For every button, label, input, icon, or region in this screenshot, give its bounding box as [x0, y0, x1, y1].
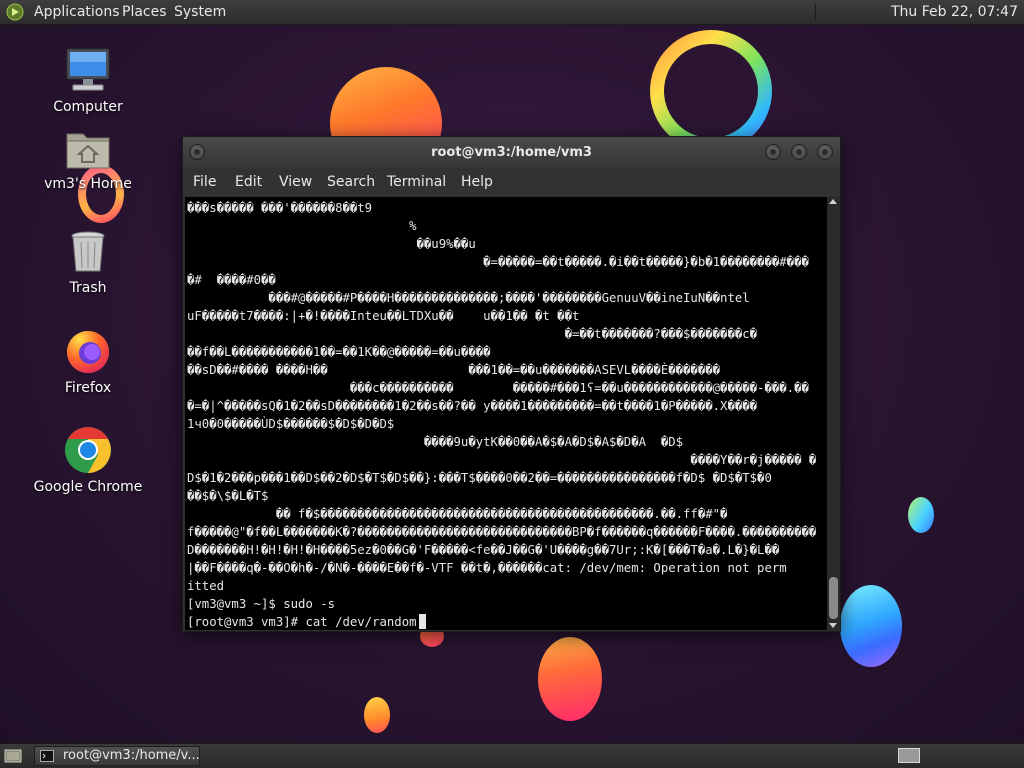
desktop-icon-label: Firefox	[64, 380, 112, 396]
panel-separator	[815, 4, 816, 21]
terminal-cursor	[418, 614, 426, 629]
terminal-line: ����Y��r�j����� �	[187, 453, 817, 467]
menu-search[interactable]: Search	[327, 168, 375, 196]
terminal-line: [vm3@vm3 ~]$ sudo -s	[187, 597, 336, 611]
menu-edit[interactable]: Edit	[235, 168, 262, 196]
desktop-icon-label: Computer	[53, 99, 123, 115]
desktop-icon-computer[interactable]: Computer	[33, 45, 143, 115]
taskbar-button-terminal[interactable]: root@vm3:/home/v...	[34, 746, 200, 766]
menu-places[interactable]: Places	[122, 0, 167, 25]
top-panel: Applications Places System Thu Feb 22, 0…	[0, 0, 1024, 25]
desktop-icon-trash[interactable]: Trash	[33, 228, 143, 296]
minimize-button[interactable]	[765, 144, 781, 160]
desktop-icon-label: Trash	[69, 280, 107, 296]
terminal-line: ���s����� ���'������8��t9	[187, 201, 373, 215]
home-folder-icon	[66, 133, 110, 169]
menu-help[interactable]: Help	[461, 168, 493, 196]
terminal-line: ��f��L�����������1��=��1K��@�����=��u���…	[187, 345, 491, 359]
terminal-line: f�����@"�f��L�������K�?�����������������…	[187, 525, 817, 539]
computer-icon	[66, 48, 110, 91]
terminal-line: [root@vm3 vm3]# cat /dev/random	[187, 613, 827, 630]
menu-view[interactable]: View	[279, 168, 312, 196]
terminal-line: ��$�\$�L�T$	[187, 489, 269, 503]
terminal-line: itted	[187, 579, 225, 593]
terminal-icon	[40, 750, 54, 762]
menu-applications[interactable]: Applications	[34, 0, 120, 25]
terminal-window[interactable]: root@vm3:/home/vm3 File Edit View Search…	[182, 136, 841, 632]
terminal-line: ��u9%��u	[187, 237, 476, 251]
wallpaper-blue-oval	[840, 585, 902, 667]
scroll-up-arrow-icon[interactable]	[829, 199, 837, 204]
desktop-icon-home[interactable]: vm3's Home	[33, 128, 143, 192]
maximize-button[interactable]	[791, 144, 807, 160]
terminal-menubar: File Edit View Search Terminal Help	[183, 168, 840, 196]
scrollbar-thumb[interactable]	[829, 577, 838, 619]
wallpaper-small-blue-oval	[908, 497, 934, 533]
taskbar-button-label: root@vm3:/home/v...	[63, 748, 200, 763]
applications-logo-icon[interactable]	[6, 3, 24, 21]
menu-terminal[interactable]: Terminal	[387, 168, 446, 196]
terminal-line: uF�����t7����:|+�!����Inteu��LTDXu�� u��…	[187, 309, 580, 323]
terminal-line: ���#@�����#P����H��������������;����'���…	[187, 291, 750, 305]
menu-system[interactable]: System	[174, 0, 226, 25]
scroll-down-arrow-icon[interactable]	[829, 623, 837, 628]
bottom-panel: root@vm3:/home/v...	[0, 743, 1024, 768]
terminal-line: ���c���������� �����#���1ʕ=��u����������…	[187, 381, 809, 395]
desktop-icon-firefox[interactable]: Firefox	[33, 326, 143, 396]
terminal-line: �� f�$����������������������������������…	[187, 507, 728, 521]
terminal-line: �# ����#0��	[187, 273, 276, 287]
terminal-line: �=�|^�����sQ�1�2��sD��������1�2��s��?�� …	[187, 399, 758, 413]
terminal-line: ����9u�ytK��0��A�$�A�D$�A$�D�A �D$	[187, 435, 684, 449]
workspace-switcher[interactable]	[898, 748, 920, 763]
wallpaper-yellow-oval	[364, 697, 390, 733]
chrome-icon	[65, 427, 111, 473]
terminal-lines: ���s����� ���'������8��t9 % ��u9%��u �=�…	[187, 199, 827, 630]
terminal-line: |��F����q�-��O�h�-/�N�-����E��f�-VTF ��t…	[187, 561, 787, 575]
show-desktop-icon[interactable]	[4, 748, 22, 764]
trash-icon	[71, 231, 105, 272]
clock[interactable]: Thu Feb 22, 07:47	[891, 0, 1018, 25]
desktop-icon-label: Google Chrome	[33, 479, 143, 495]
window-title: root@vm3:/home/vm3	[431, 145, 592, 160]
terminal-output[interactable]: ���s����� ���'������8��t9 % ��u9%��u �=�…	[185, 197, 827, 630]
desktop-icon-label: vm3's Home	[44, 176, 132, 192]
terminal-line: %	[187, 219, 417, 233]
terminal-line: D$�1�2���p���1��D$��2�D$�T$�D$��}:���T$�…	[187, 471, 772, 485]
terminal-line: �=��t�������?���$�������c�	[187, 327, 758, 341]
desktop-icon-chrome[interactable]: Google Chrome	[33, 425, 143, 495]
window-titlebar[interactable]: root@vm3:/home/vm3	[183, 137, 840, 168]
wallpaper-rainbow-ring	[650, 30, 772, 152]
wallpaper-red-oval	[538, 637, 602, 721]
firefox-icon	[67, 331, 109, 373]
menu-file[interactable]: File	[193, 168, 216, 196]
close-button[interactable]	[817, 144, 833, 160]
terminal-line: 1ч0�0�����ÙD$������$�D$�D�D$	[187, 417, 395, 431]
terminal-scrollbar[interactable]	[827, 197, 840, 630]
terminal-line: �=�����=��t�����.�i��t�����}�b�1��������…	[187, 255, 809, 269]
terminal-line: D�������H!�H!�H!�H����5ez�0��G�'F�����<f…	[187, 543, 780, 557]
terminal-line: ��sD��#���� ����H�� ���1��=��u�������ASE…	[187, 363, 721, 377]
